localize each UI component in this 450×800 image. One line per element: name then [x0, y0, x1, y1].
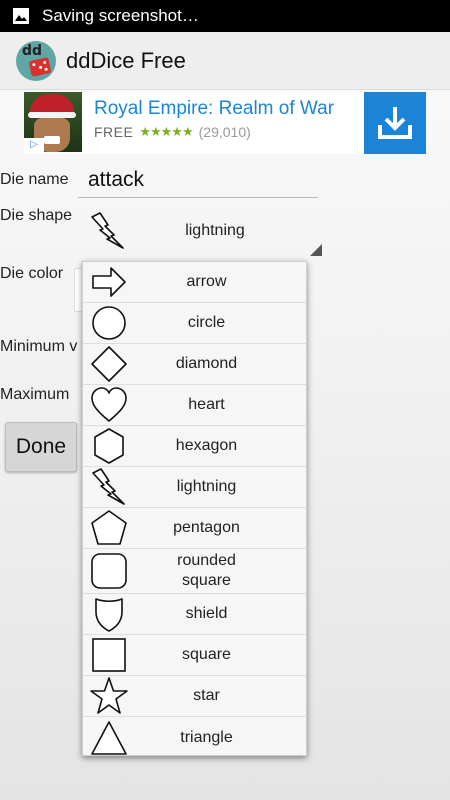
dice-icon: [28, 56, 52, 77]
ad-thumbnail[interactable]: ▷: [24, 92, 82, 152]
dropdown-item-shield[interactable]: shield: [83, 594, 306, 635]
status-text: Saving screenshot…: [42, 6, 199, 25]
shield-icon: [95, 598, 123, 632]
ad-meta: FREE ★★★★★ (29,010): [94, 124, 364, 140]
spinner-corner-icon: [310, 244, 322, 256]
ad-rating-count: (29,010): [198, 124, 251, 140]
ad-text[interactable]: Royal Empire: Realm of War FREE ★★★★★ (2…: [82, 92, 364, 154]
dropdown-item-arrow[interactable]: arrow: [83, 262, 306, 303]
dropdown-item-lightning[interactable]: lightning: [83, 467, 306, 508]
dropdown-item-pentagon[interactable]: pentagon: [83, 508, 306, 549]
done-button[interactable]: Done: [5, 422, 77, 472]
dropdown-item-heart[interactable]: heart: [83, 385, 306, 426]
action-bar: dd ddDice Free: [0, 32, 450, 90]
rounded-square-icon: [91, 553, 127, 589]
die-name-label: Die name: [0, 171, 69, 188]
arrow-icon: [92, 267, 126, 297]
circle-icon: [92, 306, 126, 340]
maximum-value-label: Maximum: [0, 386, 70, 403]
diamond-icon: [91, 346, 127, 382]
die-name-input[interactable]: [78, 162, 318, 198]
dropdown-item-circle[interactable]: circle: [83, 303, 306, 344]
hexagon-icon: [94, 428, 124, 464]
die-shape-label: Die shape: [0, 207, 73, 224]
download-icon: [378, 107, 412, 139]
triangle-icon: [91, 720, 127, 755]
dropdown-item-star[interactable]: star: [83, 676, 306, 717]
lightning-icon: [92, 468, 125, 505]
status-bar: Saving screenshot…: [0, 0, 450, 32]
app-logo[interactable]: dd: [16, 40, 56, 81]
pentagon-icon: [91, 510, 127, 545]
shape-dropdown: arrow circle diamond heart hexagon light…: [82, 261, 307, 756]
logo-text: dd: [22, 42, 43, 59]
ad-stars: ★★★★★: [139, 124, 193, 139]
image-icon: [13, 8, 29, 24]
dropdown-item-diamond[interactable]: diamond: [83, 344, 306, 385]
ad-price: FREE: [94, 124, 134, 140]
dropdown-item-square[interactable]: square: [83, 635, 306, 676]
heart-icon: [91, 387, 127, 422]
ad-banner[interactable]: ▷ Royal Empire: Realm of War FREE ★★★★★ …: [24, 92, 426, 154]
adchoices-icon[interactable]: ▷: [24, 138, 44, 152]
die-color-label: Die color: [0, 265, 64, 282]
app-title: ddDice Free: [66, 47, 186, 73]
star-icon: [90, 677, 128, 714]
die-shape-spinner[interactable]: lightning: [82, 206, 322, 256]
ad-title: Royal Empire: Realm of War: [94, 98, 335, 119]
dropdown-item-hexagon[interactable]: hexagon: [83, 426, 306, 467]
dropdown-item-rounded-square[interactable]: rounded square: [83, 549, 306, 594]
square-icon: [92, 638, 126, 672]
ad-download-button[interactable]: [364, 92, 426, 154]
die-shape-value: lightning: [185, 222, 245, 239]
dropdown-item-triangle[interactable]: triangle: [83, 717, 306, 758]
lightning-icon: [91, 212, 124, 249]
minimum-value-label: Minimum v: [0, 338, 78, 355]
